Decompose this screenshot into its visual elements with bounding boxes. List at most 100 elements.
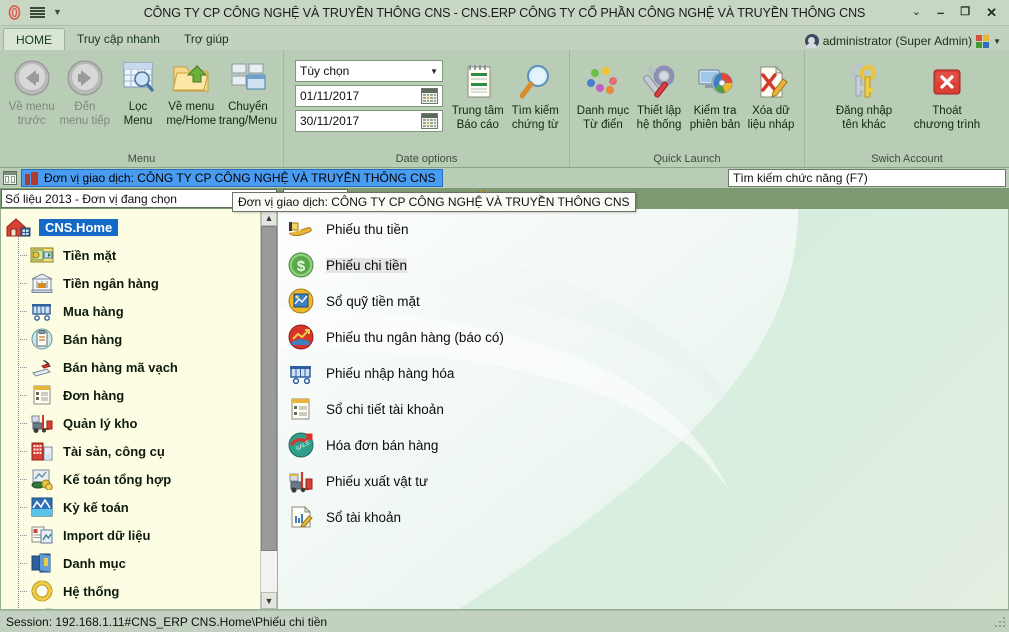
ribbon-button-label: Lọc Menu (123, 101, 153, 127)
close-button[interactable]: ✕ (986, 6, 997, 19)
tree-item-ban-hang[interactable]: Bán hàng (1, 325, 260, 353)
ribbon-group-label: Swich Account (871, 153, 943, 165)
tree-scroll-track[interactable] (261, 226, 277, 592)
menu-item-label: Phiếu thu ngân hàng (báo có) (326, 329, 504, 345)
menu-item-phieu-xuat-vat-tu[interactable]: Phiếu xuất vật tư (278, 463, 1008, 499)
tree-item-danh-muc[interactable]: Danh mục (1, 549, 260, 577)
resize-grip-icon[interactable] (993, 615, 1007, 629)
ribbon-button-label: Về menu trước (8, 101, 55, 127)
system-gear-icon (29, 580, 55, 602)
barcode-scanner-icon (29, 356, 55, 378)
date-from-value: 01/11/2017 (300, 89, 360, 103)
minimize-button[interactable]: – (937, 6, 944, 19)
import-data-icon (29, 524, 55, 546)
tree-item-ke-toan-tong-hop[interactable]: Kế toán tổng hợp (1, 465, 260, 493)
menu-item-so-quy-tien-mat[interactable]: Sổ quỹ tiền mặt (278, 283, 1008, 319)
menu-item-phieu-thu-ngan-hang[interactable]: Phiếu thu ngân hàng (báo có) (278, 319, 1008, 355)
ribbon-button-login-other[interactable]: Đăng nhập tên khác (824, 54, 904, 132)
delete-draft-icon (753, 62, 789, 102)
scroll-down-icon[interactable]: ▼ (261, 592, 277, 609)
menu-item-label: Phiếu thu tiền (326, 221, 409, 237)
date-from-field[interactable]: 01/11/2017 (295, 85, 443, 107)
accounting-money-icon (29, 468, 55, 490)
tree-item-tien-ngan-hang[interactable]: Tiền ngân hàng (1, 269, 260, 297)
tree-item-cns-home[interactable]: CNS.Home (1, 213, 260, 241)
windows-flag-icon[interactable] (976, 34, 990, 48)
menu-item-phieu-thu-tien[interactable]: Phiếu thu tiền (278, 211, 1008, 247)
tree-item-label: Đơn hàng (63, 387, 125, 403)
chevron-down-icon[interactable]: ▼ (993, 37, 1001, 46)
ribbon-button-check-version[interactable]: Kiểm tra phiên bản (687, 54, 743, 132)
transaction-unit-label: Đơn vị giao dịch: CÔNG TY CP CÔNG NGHỆ V… (44, 171, 436, 185)
ribbon-button-switch-page[interactable]: Chuyển trang/Menu (218, 54, 278, 128)
tree-item-ky-ke-toan[interactable]: Kỳ kế toán (1, 493, 260, 521)
ribbon-expand-button[interactable]: ⌄ (912, 7, 921, 18)
calendar-icon[interactable] (421, 113, 438, 129)
tree-item-label: Bán hàng (63, 331, 123, 347)
tree-item-label: Hệ thống (63, 583, 120, 599)
ribbon-group-date-options: Tùy chọn ▼ 01/11/2017 30/11/2017 Trung t… (283, 50, 569, 167)
ribbon-button-next-menu[interactable]: Đến menu tiếp (58, 54, 111, 128)
ribbon-button-system-settings[interactable]: Thiết lập hệ thống (631, 54, 687, 132)
ribbon-button-exit-program[interactable]: Thoát chương trình (904, 54, 990, 132)
tab-quick-access[interactable]: Truy cập nhanh (65, 28, 172, 50)
app-logo-icon[interactable] (7, 5, 22, 20)
factory-assets-icon (29, 440, 55, 462)
menu-item-phieu-nhap-hang-hoa[interactable]: Phiếu nhập hàng hóa (278, 355, 1008, 391)
dictionary-dots-icon (584, 62, 622, 102)
tree-scrollbar[interactable]: ▲ ▼ (260, 209, 277, 609)
tree-item-don-hang[interactable]: Đơn hàng (1, 381, 260, 409)
chevron-down-icon[interactable]: ▼ (53, 8, 62, 17)
chevron-down-icon: ▼ (430, 66, 438, 76)
tree-item-tien-mat[interactable]: Tiền mặt (1, 241, 260, 269)
svg-text:$: $ (297, 258, 306, 275)
function-search-placeholder: Tìm kiếm chức năng (F7) (733, 171, 868, 185)
ribbon-toolbar: Về menu trước Đến menu tiếp Lọc Menu Về … (0, 50, 1009, 168)
clipboard-sales-icon (29, 328, 55, 350)
date-preset-select[interactable]: Tùy chọn ▼ (295, 60, 443, 82)
shopping-cart-icon (29, 300, 55, 322)
date-to-field[interactable]: 30/11/2017 (295, 110, 443, 132)
ribbon-button-delete-draft[interactable]: Xóa dữ liệu nháp (743, 54, 799, 132)
tree-scroll-thumb[interactable] (261, 226, 277, 551)
receipt-hand-money-icon (288, 216, 314, 242)
navigation-tree-pane: CNS.Home Tiền mặt Tiền ngân hàng Mua hàn… (0, 209, 278, 610)
tree-item-mua-hang[interactable]: Mua hàng (1, 297, 260, 325)
transaction-unit-chip[interactable]: Đơn vị giao dịch: CÔNG TY CP CÔNG NGHỆ V… (21, 169, 443, 187)
ribbon-button-filter-menu[interactable]: Lọc Menu (111, 54, 164, 128)
exit-red-x-icon (931, 62, 963, 102)
tab-help[interactable]: Trợ giúp (172, 28, 241, 50)
menu-item-so-chi-tiet-tai-khoan[interactable]: Sổ chi tiết tài khoản (278, 391, 1008, 427)
bank-receipt-red-icon (288, 324, 314, 350)
window-restore-icon[interactable] (3, 171, 17, 185)
menu-item-phieu-chi-tien[interactable]: $ Phiếu chi tiền (278, 247, 1008, 283)
status-bar-text: Session: 192.168.1.11#CNS_ERP CNS.Home\P… (6, 614, 328, 629)
hamburger-icon[interactable] (30, 6, 45, 19)
function-search-input[interactable]: Tìm kiếm chức năng (F7) (728, 169, 1006, 187)
tree-item-ban-hang-ma-vach[interactable]: Bán hàng mã vạch (1, 353, 260, 381)
ribbon-group-label: Menu (127, 153, 156, 165)
switch-page-icon (228, 58, 268, 98)
ribbon-button-dictionary[interactable]: Danh mục Từ điển (575, 54, 631, 132)
tree-item-label: Tài sản, công cụ (63, 443, 165, 459)
menu-item-hoa-don-ban-hang[interactable]: SALE Hóa đơn bán hàng (278, 427, 1008, 463)
ribbon-button-search-voucher[interactable]: Tìm kiếm chứng từ (507, 54, 565, 132)
tree-item-quan-ly-kho[interactable]: Quản lý kho (1, 409, 260, 437)
ribbon-group-switch-account: Đăng nhập tên khác Thoát chương trình Sw… (804, 50, 1009, 167)
ribbon-button-label: Về menu mẹ/Home (166, 101, 217, 127)
tab-home[interactable]: HOME (3, 28, 65, 50)
ribbon-button-label: Xóa dữ liệu nháp (747, 105, 795, 131)
ribbon-button-home-menu[interactable]: Về menu mẹ/Home (165, 54, 218, 128)
date-preset-value: Tùy chọn (300, 64, 350, 78)
account-area[interactable]: administrator (Super Admin) ▼ (804, 34, 1009, 50)
ribbon-button-back-menu[interactable]: Về menu trước (5, 54, 58, 128)
calendar-icon[interactable] (421, 88, 438, 104)
tree-item-bao-cao[interactable]: + Báo cáo (1, 605, 260, 609)
tree-item-import-du-lieu[interactable]: Import dữ liệu (1, 521, 260, 549)
menu-item-so-tai-khoan[interactable]: Sổ tài khoản (278, 499, 1008, 535)
tree-item-he-thong[interactable]: Hệ thống (1, 577, 260, 605)
tree-item-tai-san-cong-cu[interactable]: Tài sản, công cụ (1, 437, 260, 465)
maximize-button[interactable]: ❐ (960, 7, 970, 18)
ribbon-button-report-center[interactable]: Trung tâm Báo cáo (449, 54, 507, 132)
account-detail-book-icon (288, 396, 314, 422)
